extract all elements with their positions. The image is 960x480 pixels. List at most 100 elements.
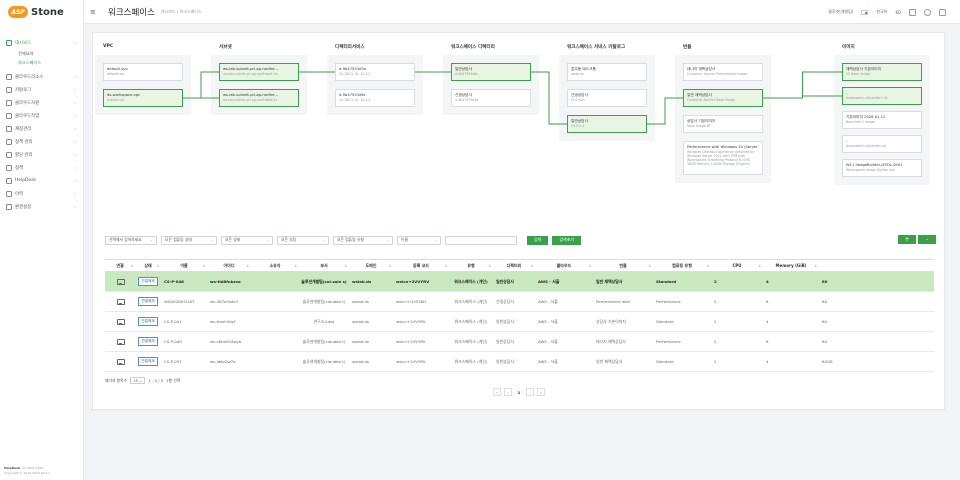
flow-node[interactable]: Performance with Windows 10 (Server 2022… — [683, 141, 763, 175]
table-row[interactable]: 연결해제 CS-P-046 ws-tld8fnkzvo 솔루션개발팀(col.sale… — [105, 272, 934, 292]
cell-compute: Standard — [653, 352, 711, 371]
column-header[interactable]: 유형 ⇅ — [449, 260, 493, 271]
first-page-button[interactable]: « — [493, 388, 501, 396]
connect-cell — [105, 352, 135, 371]
table-row[interactable]: 연결해제 WSAVIZNH1LKT ws-587o5x6c2 솔루션개발팀(cloud… — [105, 292, 934, 312]
flow-node[interactable]: 상담사 기본이미지 Base Image 87 — [683, 115, 763, 133]
flow-node[interactable]: 일반 재택상담사 Customer Service Base Image — [683, 89, 763, 107]
column-header[interactable]: 부서 ⇅ — [299, 260, 349, 271]
add-button[interactable]: + — [898, 235, 916, 244]
flow-node[interactable]: - Aspenware-callcenter-jcb — [842, 135, 922, 153]
sidebar-item[interactable]: 클라우드리소스 ‹ — [0, 70, 83, 83]
flow-node[interactable]: 기본이미지 2026.01.12 Base test 1 image — [842, 111, 922, 129]
logout-icon[interactable] — [939, 8, 946, 16]
monitor-icon[interactable] — [117, 338, 125, 345]
flow-node[interactable]: default-vpc default-vpc — [103, 63, 183, 81]
sidebar-item[interactable]: 환경설정 ‹ — [0, 200, 83, 213]
menu-toggle-icon[interactable]: ≡ — [90, 8, 104, 16]
help-icon — [6, 177, 12, 184]
monitor-icon[interactable] — [117, 278, 125, 285]
flow-node[interactable]: ws-lab-subnet-pri-ap-northe... ws-lab-sub… — [219, 63, 299, 81]
next-page-button[interactable]: › — [526, 388, 534, 396]
sidebar-item[interactable]: 정책 관리 ‹ — [0, 135, 83, 148]
flow-node[interactable]: ds-workspace-vpc subnet-vpc — [103, 89, 183, 107]
language-code[interactable]: KO — [895, 10, 901, 15]
page-title: 워크스페이스 — [108, 7, 155, 18]
sidebar-item[interactable]: 클라우드자원 ‹ — [0, 96, 83, 109]
sidebar-item[interactable]: 클라우드작업 ‹ — [0, 109, 83, 122]
flow-node[interactable]: W11 ImageBuilder-JEYOL-0501 Workspaces Im… — [842, 159, 922, 177]
monitor-icon[interactable] — [117, 358, 125, 365]
status-badge[interactable]: 연결해제 — [138, 357, 158, 366]
remove-button[interactable]: - — [918, 235, 936, 244]
status-badge[interactable]: 연결해제 — [138, 297, 158, 306]
notes-icon[interactable] — [909, 8, 916, 16]
sidebar-item[interactable]: 계정관리 ‹ — [0, 122, 83, 135]
flow-node[interactable]: 선생상담사 d-9b47553d3a — [451, 89, 531, 107]
flow-node[interactable]: d-9b47553d3a 10.185.5.10, 10.4.5 — [335, 63, 415, 81]
sidebar-item[interactable]: 이력 ‹ — [0, 187, 83, 200]
table-row[interactable]: 연결해제 CS-P-037 ws-ld6v2w7d 솔루션개발팀(cloudbo t)… — [105, 352, 934, 372]
sidebar-nav: 대시보드 ‹ 전체요약 워크스페이스클라우드리소스 ‹ 카탈로그 ‹ 클라우드자원 ‹ 클라우드작… — [0, 24, 83, 213]
column-header[interactable]: 도메인 ⇅ — [349, 260, 393, 271]
search-button[interactable]: 검색 — [527, 235, 549, 245]
flow-node[interactable]: ws-lab-subnet-pri-ap-northe... ws-lab-sub… — [219, 89, 299, 107]
sidebar-item[interactable]: 카탈로그 ‹ — [0, 83, 83, 96]
filter-select[interactable]: 모든 컴퓨팅 유형 ⌄ — [333, 235, 393, 245]
sidebar-item[interactable]: HelpDesk ‹ — [0, 174, 83, 187]
flow-node[interactable]: 업무용 테스크톱 wsab.ds — [567, 63, 647, 81]
filter-select[interactable]: 선택해서 검색하세요 ⌄ — [105, 235, 157, 245]
column-header[interactable] — [819, 260, 859, 271]
status-badge[interactable]: 연결해제 — [138, 277, 158, 286]
column-header[interactable]: CPU ⇅ — [711, 260, 763, 271]
column-header[interactable]: 아이디 ⇅ — [207, 260, 251, 271]
sidebar-item[interactable]: 정책 ‹ — [0, 161, 83, 174]
table-row[interactable]: 연결해제 CS-P-041 ws-trxxh3dyf 연구소(Lab) wslab.ds… — [105, 312, 934, 332]
cell-cloud: AWS - 서울 — [535, 312, 593, 331]
filter-select[interactable]: 모든 상태 ⌄ — [221, 235, 273, 245]
flow-node[interactable]: 일반상담사 d-9b47553d6c — [451, 63, 531, 81]
column-header[interactable]: 등록 코드 ⇅ — [393, 260, 449, 271]
monitor-icon[interactable] — [117, 318, 125, 325]
column-header[interactable]: 컴퓨팅 유형 ⇅ — [653, 260, 711, 271]
status-badge[interactable]: 연결해제 — [138, 337, 158, 346]
filter-select[interactable]: 모든 컴퓨팅 상태 ⌄ — [161, 235, 217, 245]
flow-node[interactable]: d-9b47553d6c 10.185.5.10, 10.4.5 — [335, 89, 415, 107]
cell-type-value: 워크스페이스 (개인) — [454, 319, 488, 324]
page-size-select[interactable]: 15 ⌄ — [130, 377, 146, 384]
sidebar-item[interactable]: 할당 관리 ‹ — [0, 148, 83, 161]
monitor-icon[interactable] — [117, 298, 125, 305]
column-header[interactable]: 디렉터리 ⇅ — [493, 260, 535, 271]
sidebar-subitem[interactable]: 워크스페이스 — [0, 58, 83, 67]
reset-button[interactable]: 검색초기 — [552, 235, 582, 245]
settings-icon[interactable] — [924, 8, 931, 16]
column-header[interactable]: 이름 ⇅ — [161, 260, 207, 271]
search-input[interactable] — [445, 235, 517, 245]
sidebar-subitem[interactable]: 전체요약 — [0, 49, 83, 58]
language-select[interactable]: 한국어 — [876, 9, 887, 15]
flow-node[interactable]: 재택상담사 기본이미지 CS Base Image — [842, 63, 922, 81]
column-header[interactable]: Memory (GiB) ⇅ — [763, 260, 819, 271]
sidebar-item[interactable]: 대시보드 ‹ — [0, 36, 83, 49]
column-header[interactable]: 연결 ⇅ — [105, 260, 135, 271]
chevron-icon: ‹ — [74, 152, 76, 157]
user-name[interactable]: 클루넷(개발팀) — [828, 9, 853, 15]
column-header[interactable]: 상태 ⇅ — [135, 260, 161, 271]
cell-status: 연결해제 — [135, 272, 161, 291]
column-header[interactable]: 번들 ⇅ — [593, 260, 653, 271]
column-header[interactable]: 소유자 ⇅ — [251, 260, 299, 271]
filter-select[interactable]: 모든 부팅 ⌄ — [277, 235, 329, 245]
flow-node[interactable]: 테너지 재택상담사 Customer Service Performance Im… — [683, 63, 763, 81]
status-badge[interactable]: 연결해제 — [138, 317, 158, 326]
flow-node[interactable]: 선생상담사 PCS-w2s — [567, 89, 647, 107]
table-row[interactable]: 연결해제 CS-P-040 ws-c8kb504wyb 솔루션개발팀(cloudbo … — [105, 332, 934, 352]
flow-node[interactable]: 일반상담사 CS-P-0.4 — [567, 115, 647, 133]
brand-logo[interactable]: ASP Stone — [0, 0, 83, 24]
last-page-button[interactable]: » — [537, 388, 545, 396]
column-header[interactable]: 클라우드 ⇅ — [535, 260, 593, 271]
filter-select[interactable]: 이름 ⌄ — [397, 235, 441, 245]
current-page[interactable]: 1 — [515, 388, 523, 396]
prev-page-button[interactable]: ‹ — [504, 388, 512, 396]
cell-dir: 일반상담사 — [493, 332, 535, 351]
flow-node[interactable]: - Aspenware-callcenter-f- Jb — [842, 87, 922, 105]
